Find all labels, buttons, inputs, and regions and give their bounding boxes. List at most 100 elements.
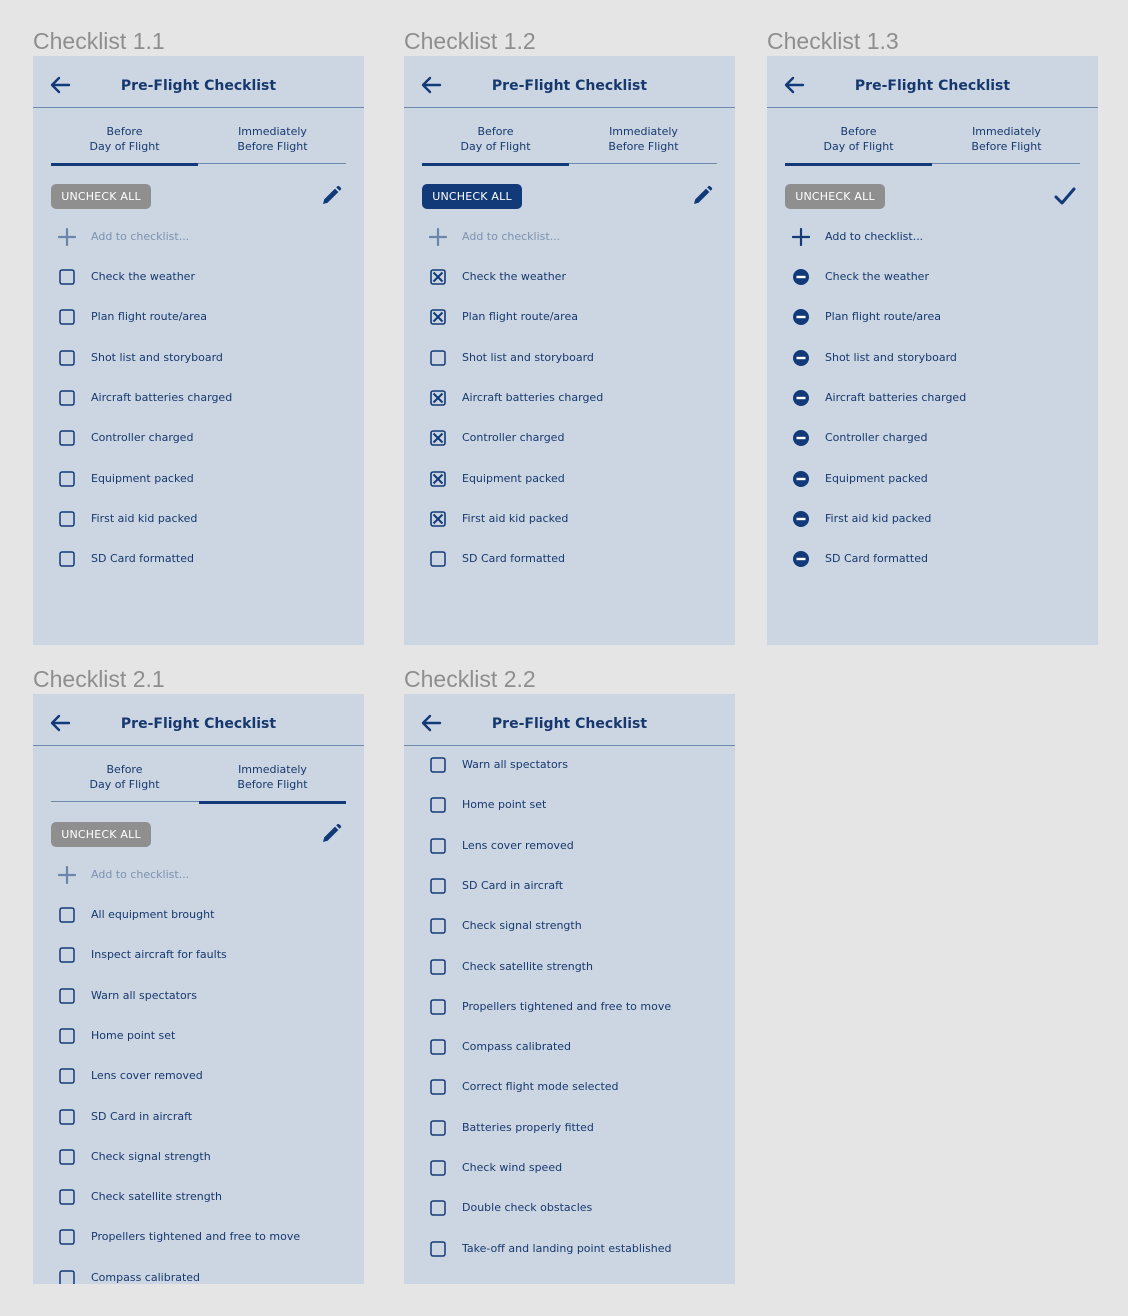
uncheck-all-button[interactable]: UNCHECK ALL (422, 184, 522, 209)
checklist-item[interactable]: Take-off and landing point established (430, 1238, 720, 1260)
checklist-item[interactable]: Equipment packed (793, 468, 1083, 490)
add-to-checklist-row[interactable]: Add to checklist... (428, 226, 720, 248)
checkbox-unchecked-icon[interactable] (430, 1079, 446, 1096)
checkbox-unchecked-icon[interactable] (430, 551, 446, 567)
tab-before-day-of-flight[interactable]: Before Day of Flight (422, 124, 569, 166)
checklist-item[interactable]: Lens cover removed (430, 835, 720, 857)
checkbox-unchecked-icon[interactable] (430, 1200, 446, 1217)
checkbox-checked-icon[interactable] (430, 309, 446, 326)
checkbox-checked-icon[interactable] (430, 430, 446, 446)
tab-immediately-before-flight[interactable]: Immediately Before Flight (933, 124, 1080, 164)
checklist-item[interactable]: Compass calibrated (430, 1036, 720, 1058)
checkbox-unchecked-icon[interactable] (59, 1269, 75, 1284)
checkbox-unchecked-icon[interactable] (59, 470, 75, 487)
remove-item-icon[interactable] (793, 309, 809, 326)
add-to-checklist-row[interactable]: Add to checklist... (57, 864, 349, 886)
checklist-item[interactable]: Plan flight route/area (793, 306, 1083, 328)
checkbox-unchecked-icon[interactable] (59, 947, 75, 964)
checkbox-unchecked-icon[interactable] (59, 551, 75, 567)
checkbox-unchecked-icon[interactable] (59, 309, 75, 326)
checklist-item[interactable]: First aid kid packed (793, 508, 1083, 530)
pencil-icon[interactable] (691, 185, 713, 207)
checkbox-unchecked-icon[interactable] (430, 349, 446, 366)
pencil-icon[interactable] (320, 823, 342, 845)
remove-item-icon[interactable] (793, 510, 809, 527)
checkbox-unchecked-icon[interactable] (430, 1160, 446, 1176)
checkbox-unchecked-icon[interactable] (59, 1149, 75, 1165)
checklist-item[interactable]: Check the weather (430, 266, 720, 288)
checkbox-unchecked-icon[interactable] (59, 349, 75, 366)
add-to-checklist-row[interactable]: Add to checklist... (791, 226, 1083, 248)
add-to-checklist-row[interactable]: Add to checklist... (57, 226, 349, 248)
checkbox-unchecked-icon[interactable] (59, 390, 75, 406)
pencil-icon[interactable] (320, 185, 342, 207)
checkmark-icon[interactable] (1054, 185, 1076, 207)
checkbox-unchecked-icon[interactable] (59, 1068, 75, 1084)
uncheck-all-button[interactable]: UNCHECK ALL (51, 184, 151, 209)
tab-before-day-of-flight[interactable]: Before Day of Flight (51, 762, 198, 802)
checkbox-unchecked-icon[interactable] (430, 837, 446, 854)
checklist-item[interactable]: Correct flight mode selected (430, 1076, 720, 1098)
checkbox-checked-icon[interactable] (430, 390, 446, 406)
checklist-item[interactable]: Controller charged (59, 427, 349, 449)
checklist-item[interactable]: Check wind speed (430, 1157, 720, 1179)
tab-immediately-before-flight[interactable]: Immediately Before Flight (199, 124, 346, 164)
checkbox-unchecked-icon[interactable] (59, 1229, 75, 1246)
checklist-item[interactable]: Lens cover removed (59, 1065, 349, 1087)
checkbox-unchecked-icon[interactable] (430, 878, 446, 894)
tab-immediately-before-flight[interactable]: Immediately Before Flight (570, 124, 717, 164)
checklist-item[interactable]: SD Card formatted (430, 548, 720, 570)
checklist-item[interactable]: SD Card formatted (793, 548, 1083, 570)
checklist-item[interactable]: Controller charged (430, 427, 720, 449)
checklist-item[interactable]: Propellers tightened and free to move (59, 1226, 349, 1248)
checklist-item[interactable]: Equipment packed (59, 468, 349, 490)
checklist-item[interactable]: Check signal strength (59, 1146, 349, 1168)
checkbox-unchecked-icon[interactable] (59, 269, 75, 285)
checklist-item[interactable]: Batteries properly fitted (430, 1117, 720, 1139)
checkbox-unchecked-icon[interactable] (59, 1189, 75, 1205)
checkbox-unchecked-icon[interactable] (59, 907, 75, 923)
checkbox-unchecked-icon[interactable] (430, 757, 446, 773)
checklist-item[interactable]: Shot list and storyboard (793, 347, 1083, 369)
checklist-item[interactable]: SD Card in aircraft (59, 1106, 349, 1128)
checkbox-unchecked-icon[interactable] (430, 958, 446, 975)
checkbox-unchecked-icon[interactable] (430, 999, 446, 1015)
checklist-item[interactable]: Plan flight route/area (430, 306, 720, 328)
checklist-item[interactable]: Equipment packed (430, 468, 720, 490)
checklist-item[interactable]: Check the weather (59, 266, 349, 288)
checklist-item[interactable]: Aircraft batteries charged (430, 387, 720, 409)
remove-item-icon[interactable] (793, 269, 809, 285)
checkbox-unchecked-icon[interactable] (430, 1119, 446, 1136)
checklist-item[interactable]: All equipment brought (59, 904, 349, 926)
checklist-item[interactable]: Shot list and storyboard (430, 347, 720, 369)
checkbox-unchecked-icon[interactable] (430, 797, 446, 814)
tab-immediately-before-flight[interactable]: Immediately Before Flight (199, 762, 346, 804)
checkbox-unchecked-icon[interactable] (430, 1039, 446, 1055)
checklist-item[interactable]: First aid kid packed (430, 508, 720, 530)
checkbox-checked-icon[interactable] (430, 269, 446, 285)
checklist-item[interactable]: Check satellite strength (59, 1186, 349, 1208)
remove-item-icon[interactable] (793, 349, 809, 366)
checklist-item[interactable]: Check the weather (793, 266, 1083, 288)
remove-item-icon[interactable] (793, 430, 809, 447)
checklist-item[interactable]: First aid kid packed (59, 508, 349, 530)
checklist-item[interactable]: Compass calibrated (59, 1267, 349, 1284)
checklist-item[interactable]: Home point set (430, 794, 720, 816)
checkbox-checked-icon[interactable] (430, 510, 446, 527)
checklist-item[interactable]: Aircraft batteries charged (59, 387, 349, 409)
checklist-item[interactable]: SD Card in aircraft (430, 875, 720, 897)
tab-before-day-of-flight[interactable]: Before Day of Flight (785, 124, 932, 166)
remove-item-icon[interactable] (793, 551, 809, 568)
checklist-item[interactable]: Plan flight route/area (59, 306, 349, 328)
checkbox-unchecked-icon[interactable] (430, 918, 446, 934)
uncheck-all-button[interactable]: UNCHECK ALL (785, 184, 885, 209)
checkbox-unchecked-icon[interactable] (59, 1028, 75, 1044)
checkbox-unchecked-icon[interactable] (59, 430, 75, 446)
checkbox-unchecked-icon[interactable] (430, 1240, 446, 1257)
checklist-item[interactable]: Propellers tightened and free to move (430, 996, 720, 1018)
checklist-item[interactable]: Home point set (59, 1025, 349, 1047)
checklist-item[interactable]: Aircraft batteries charged (793, 387, 1083, 409)
remove-item-icon[interactable] (793, 389, 809, 406)
checkbox-unchecked-icon[interactable] (59, 987, 75, 1004)
checklist-item[interactable]: Controller charged (793, 427, 1083, 449)
